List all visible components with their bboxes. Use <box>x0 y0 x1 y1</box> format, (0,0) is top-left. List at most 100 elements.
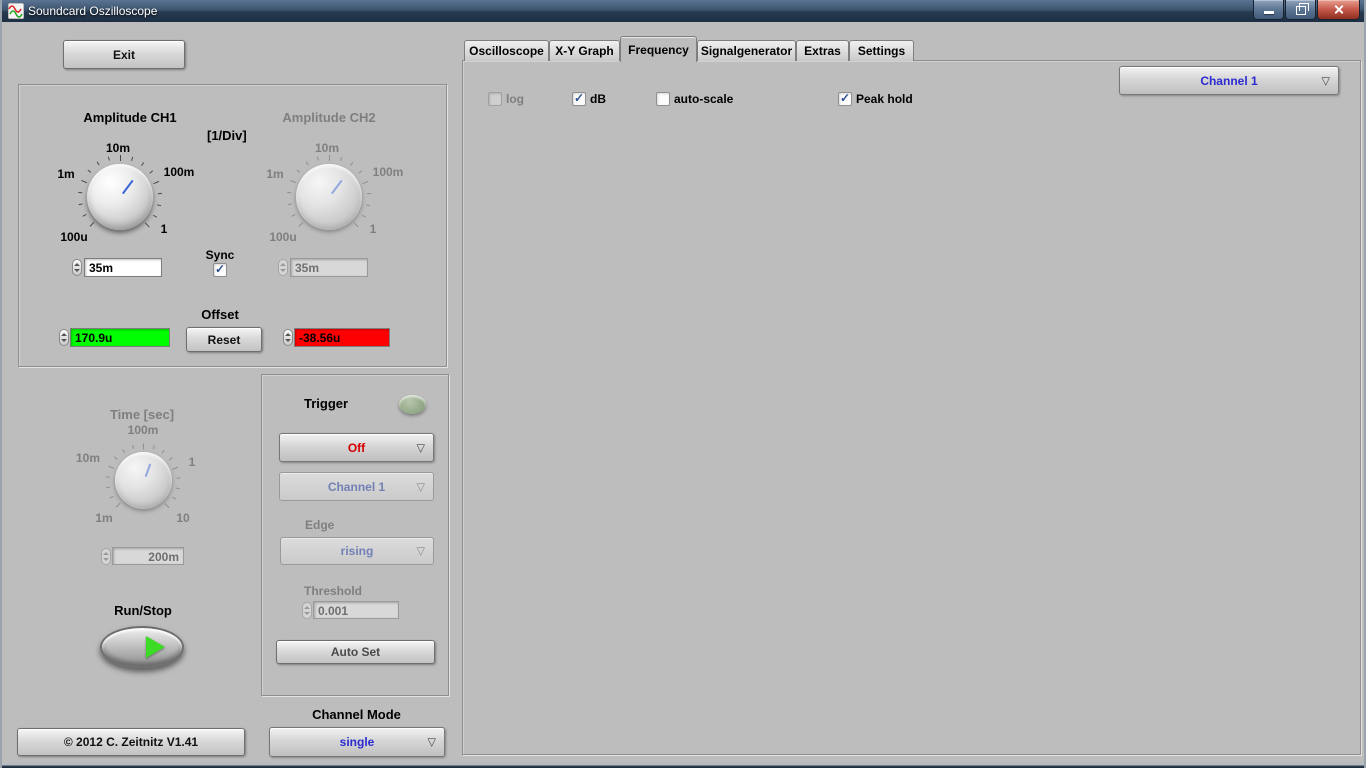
sync-checkbox[interactable] <box>213 263 227 277</box>
peak-hold-checkbox[interactable] <box>838 92 852 106</box>
offset-ch1-spinner[interactable] <box>59 329 69 346</box>
knob-face <box>115 452 172 509</box>
tab-xy-graph[interactable]: X-Y Graph <box>549 40 620 61</box>
ch2-scale-100u: 100u <box>269 230 297 244</box>
chevron-down-icon: ▽ <box>1321 75 1330 87</box>
window-bottom-border <box>2 762 1364 768</box>
chevron-down-icon: ▽ <box>416 481 425 493</box>
ch2-scale-10m: 10m <box>314 141 340 155</box>
knob-tick <box>328 155 330 161</box>
chevron-down-icon: ▽ <box>416 545 425 558</box>
channel-select-value: Channel 1 <box>1200 73 1258 88</box>
knob-tick <box>298 221 304 227</box>
time-scale-1m: 1m <box>95 511 113 525</box>
knob-tick <box>119 155 121 161</box>
threshold-value[interactable]: 0.001 <box>313 601 399 619</box>
ch1-scale-1: 1 <box>160 222 168 236</box>
knob-tick <box>152 444 155 449</box>
trigger-source-dropdown[interactable]: Channel 1 ▽ <box>279 472 434 501</box>
window-title: Soundcard Oszilloscope <box>28 4 158 18</box>
trigger-led <box>399 395 426 414</box>
offset-label: Offset <box>201 307 239 322</box>
app-icon <box>8 3 24 19</box>
amplitude-ch1-value[interactable]: 35m <box>84 258 162 277</box>
offset-ch2-spinner[interactable] <box>283 329 293 346</box>
knob-tick <box>175 487 180 489</box>
chevron-down-icon: ▽ <box>427 736 436 749</box>
amplitude-ch2-title: Amplitude CH2 <box>282 110 376 125</box>
threshold-label: Threshold <box>304 584 363 598</box>
ch1-scale-100m: 100m <box>163 165 195 179</box>
db-checkbox[interactable] <box>572 92 586 106</box>
tab-oscilloscope[interactable]: Oscilloscope <box>464 40 549 61</box>
ch1-scale-10m: 10m <box>105 141 131 155</box>
tab-settings[interactable]: Settings <box>849 40 914 61</box>
knob-tick <box>144 222 150 228</box>
amplitude-ch1-title: Amplitude CH1 <box>83 110 177 125</box>
trigger-mode-dropdown[interactable]: Off ▽ <box>279 433 434 462</box>
knob-tick <box>87 169 91 173</box>
db-label: dB <box>590 92 606 106</box>
tab-signalgenerator[interactable]: Signalgenerator <box>697 40 796 61</box>
chevron-down-icon: ▽ <box>416 442 425 454</box>
knob-tick <box>132 444 135 449</box>
knob-tick <box>106 486 111 488</box>
log-scale-checkbox[interactable] <box>488 92 502 106</box>
ch2-scale-100m: 100m <box>372 165 404 179</box>
knob-tick <box>353 222 359 228</box>
channel-mode-label: Channel Mode <box>312 707 401 722</box>
amplitude-ch2-knob[interactable] <box>286 155 371 230</box>
per-div-label: [1/Div] <box>207 128 247 143</box>
time-title: Time [sec] <box>109 407 175 422</box>
tab-extras[interactable]: Extras <box>796 40 849 61</box>
app-window: Soundcard Oszilloscope Exit Amplitude CH… <box>0 0 1366 768</box>
channel-mode-value: single <box>339 735 375 749</box>
amplitude-ch2-spinner[interactable] <box>278 259 288 276</box>
knob-tick <box>143 443 144 449</box>
amplitude-ch1-knob[interactable] <box>77 155 162 230</box>
play-icon <box>146 636 165 658</box>
offset-ch2-value[interactable]: -38.56u <box>294 328 390 347</box>
amplitude-ch1-spinner[interactable] <box>72 259 82 276</box>
knob-tick <box>109 495 114 499</box>
time-spinner[interactable] <box>101 548 111 565</box>
amplitude-ch2-value[interactable]: 35m <box>290 258 368 277</box>
offset-ch1-value[interactable]: 170.9u <box>70 328 170 347</box>
ch1-scale-1m: 1m <box>57 167 75 181</box>
trigger-edge-value: rising <box>340 544 374 558</box>
log-scale-label: log <box>506 92 524 106</box>
minimize-button[interactable] <box>1253 0 1284 20</box>
edge-label: Edge <box>305 518 335 532</box>
exit-button[interactable]: Exit <box>63 40 185 69</box>
trigger-title: Trigger <box>304 396 349 411</box>
time-knob[interactable] <box>105 443 181 509</box>
close-button[interactable] <box>1317 0 1360 20</box>
threshold-spinner[interactable] <box>302 602 312 619</box>
time-scale-10m: 10m <box>75 451 101 465</box>
trigger-edge-dropdown[interactable]: rising ▽ <box>280 537 434 565</box>
channel-select-dropdown[interactable]: Channel 1 ▽ <box>1119 66 1339 95</box>
knob-tick <box>115 502 121 508</box>
knob-tick <box>148 170 153 174</box>
run-stop-button[interactable] <box>100 626 184 668</box>
knob-face <box>87 164 153 230</box>
time-value[interactable]: 200m <box>112 547 184 565</box>
tab-frequency[interactable]: Frequency <box>620 36 697 62</box>
knob-tick <box>176 476 181 479</box>
knob-tick <box>108 465 115 469</box>
channel-mode-dropdown[interactable]: single ▽ <box>269 727 445 757</box>
offset-reset-button[interactable]: Reset <box>186 327 262 352</box>
ch2-scale-1m: 1m <box>266 167 284 181</box>
ch1-scale-100u: 100u <box>60 230 88 244</box>
knob-tick <box>122 448 126 453</box>
auto-set-button[interactable]: Auto Set <box>276 640 435 664</box>
restore-icon <box>1295 3 1309 15</box>
knob-tick <box>89 221 95 227</box>
title-bar[interactable]: Soundcard Oszilloscope <box>2 0 1364 22</box>
run-stop-label: Run/Stop <box>114 603 172 618</box>
copyright-button[interactable]: © 2012 C. Zeitnitz V1.41 <box>17 728 245 756</box>
restore-button[interactable] <box>1285 0 1316 20</box>
knob-tick <box>357 170 362 174</box>
knob-tick <box>161 449 165 454</box>
auto-scale-checkbox[interactable] <box>656 92 670 106</box>
